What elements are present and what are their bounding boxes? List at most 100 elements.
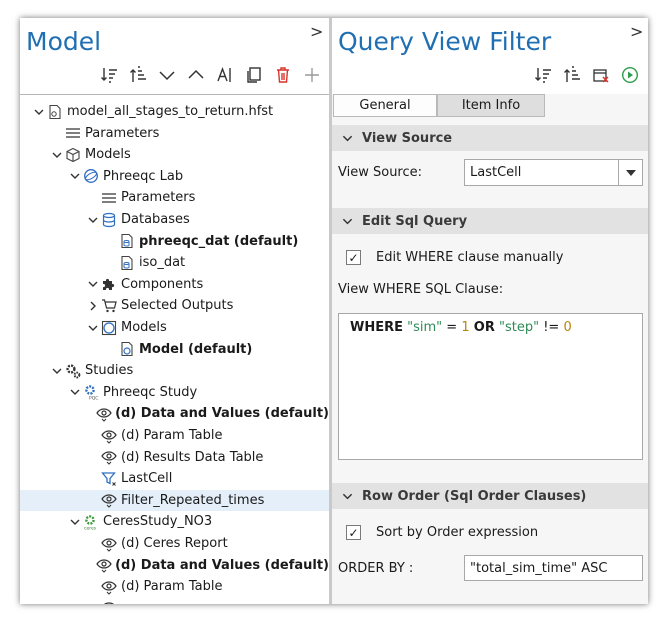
sort-by-order-checkbox[interactable]: ✓: [346, 525, 361, 540]
expand-all-button[interactable]: [181, 64, 210, 86]
toolbar-divider: [20, 94, 329, 95]
row-order-section-header[interactable]: Row Order (Sql Order Clauses): [332, 483, 648, 509]
view-source-section-title: View Source: [362, 130, 453, 146]
tree-item-label: (d) Ceres Report: [121, 536, 228, 551]
chevron-down-icon[interactable]: [86, 321, 100, 335]
where-clause-editor[interactable]: WHERE "sim" = 1 OR "step" != 0: [338, 313, 643, 460]
sql-column-step: "step": [498, 320, 540, 335]
tree-item[interactable]: Models: [20, 317, 329, 338]
sql-column-sim: "sim": [407, 320, 443, 335]
filter-panel-collapse-button[interactable]: >: [630, 22, 643, 41]
eye-icon: [100, 599, 118, 604]
tree-item[interactable]: (d) Param Table: [20, 576, 329, 597]
tree-item[interactable]: Selected Outputs: [20, 295, 329, 316]
db-file-icon: [118, 232, 136, 250]
collapse-all-button[interactable]: [152, 64, 181, 86]
sql-operator-eq: =: [446, 320, 458, 335]
tree-item-label: Models: [85, 147, 131, 163]
tab-general[interactable]: General: [333, 94, 437, 117]
tree-item[interactable]: (d) Param Table: [20, 425, 329, 446]
chevron-down-icon[interactable]: [68, 515, 82, 529]
query-view-filter-panel: Query View Filter > General Item Info Vi…: [332, 18, 648, 604]
clear-filter-button[interactable]: [586, 64, 615, 86]
chevron-down-icon[interactable]: [32, 105, 46, 119]
model-panel-collapse-button[interactable]: >: [310, 22, 323, 41]
tree-item-label: Databases: [121, 212, 190, 227]
chevron-right-icon[interactable]: [86, 299, 100, 313]
tree-item[interactable]: model_all_stages_to_return.hfst: [20, 101, 329, 122]
tree-item[interactable]: (d) Results Data Table: [20, 447, 329, 468]
puzzle-icon: [100, 275, 118, 293]
tree-item-label: Studies: [85, 363, 134, 379]
eye-icon: [96, 405, 112, 423]
rename-button[interactable]: [210, 64, 239, 86]
tree-item[interactable]: Filter_Repeated_times: [20, 489, 329, 511]
tree-item[interactable]: Parameters: [20, 187, 329, 208]
sql-operator-neq: !=: [543, 320, 560, 335]
tree-item-label: LastCell: [121, 471, 173, 487]
tree-item[interactable]: iso_dat: [20, 252, 329, 273]
chevron-down-icon[interactable]: [68, 169, 82, 183]
tree-item[interactable]: (d) Data and Values (default): [20, 555, 329, 576]
model-panel-title: Model: [26, 27, 102, 56]
eye-icon: [100, 448, 118, 466]
tab-item-info[interactable]: Item Info: [437, 94, 545, 117]
cart-icon: [100, 297, 118, 315]
list-icon: [100, 189, 118, 207]
model-toolbar: [94, 64, 326, 86]
chevron-down-icon[interactable]: [50, 148, 64, 162]
tree-item[interactable]: Models: [20, 144, 329, 165]
tree-item[interactable]: Studies: [20, 360, 329, 381]
tree-item[interactable]: Components: [20, 274, 329, 295]
model-circle-icon: [100, 319, 118, 337]
rename-ai-icon: [216, 67, 231, 82]
copy-button[interactable]: [239, 64, 268, 86]
run-query-button[interactable]: [615, 64, 644, 86]
sort-ascending-button[interactable]: [123, 64, 152, 86]
tree-item[interactable]: Databases: [20, 209, 329, 230]
eye-icon: [100, 427, 118, 445]
view-source-section-header[interactable]: View Source: [332, 125, 648, 151]
tree-item-label: Phreeqc Lab: [103, 168, 184, 184]
chevron-down-icon[interactable]: [86, 277, 100, 291]
sort-ascending-icon: [129, 66, 146, 82]
tree-item[interactable]: Phreeqc Lab: [20, 166, 329, 187]
tree-item[interactable]: Parameters: [20, 123, 329, 144]
tree-item[interactable]: PQC Phreeqc Study: [20, 382, 329, 403]
copy-icon: [246, 67, 261, 83]
clear-filter-icon: [592, 69, 609, 83]
filter-sort-descending-button[interactable]: [528, 64, 557, 86]
add-button[interactable]: [297, 64, 326, 86]
tree-item[interactable]: (d) Ceres Report: [20, 533, 329, 554]
delete-button[interactable]: [268, 64, 297, 86]
filter-sort-ascending-button[interactable]: [557, 64, 586, 86]
tree-item-label: Filter_Repeated_times: [121, 492, 265, 508]
tree-item-label: (d) Results Data Table: [121, 449, 264, 465]
view-source-select[interactable]: LastCell: [464, 159, 643, 186]
sort-descending-icon: [534, 68, 551, 83]
tree-item[interactable]: LastCell: [20, 468, 329, 489]
edit-sql-section-header[interactable]: Edit Sql Query: [332, 208, 648, 234]
dropdown-arrow-icon[interactable]: [618, 160, 642, 185]
order-by-input[interactable]: "total_sim_time" ASC: [464, 555, 643, 581]
file-icon: [46, 103, 64, 121]
chevron-down-icon[interactable]: [68, 385, 82, 399]
eye-icon: [100, 578, 118, 596]
edit-where-checkbox[interactable]: ✓: [346, 250, 361, 265]
sort-descending-icon: [100, 68, 117, 83]
tree-item-label: Parameters: [121, 190, 196, 206]
chevron-down-icon[interactable]: [50, 364, 64, 378]
tree-item[interactable]: phreeqc_dat (default): [20, 231, 329, 252]
tree-item[interactable]: Model (default): [20, 339, 329, 360]
tree-item[interactable]: (d) Data and Values (default): [20, 403, 329, 424]
edit-where-checkbox-label: Edit WHERE clause manually: [376, 250, 564, 265]
tree-item[interactable]: [20, 598, 329, 604]
chevron-down-icon[interactable]: [86, 213, 100, 227]
chevron-down-icon: [332, 133, 362, 144]
sql-value-1: 1: [461, 320, 470, 335]
sort-descending-button[interactable]: [94, 64, 123, 86]
tree-item[interactable]: ceres CeresStudy_NO3: [20, 511, 329, 532]
